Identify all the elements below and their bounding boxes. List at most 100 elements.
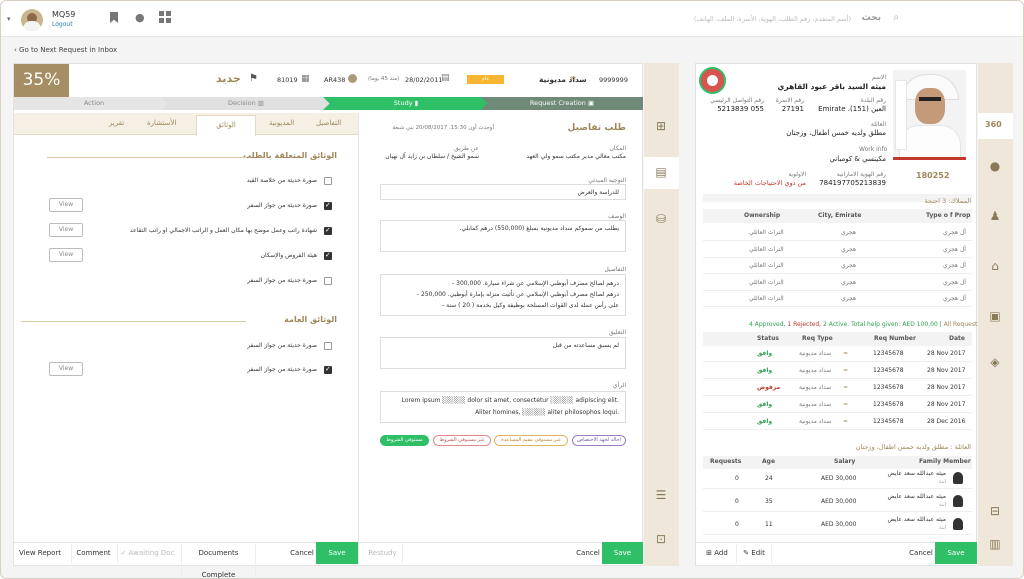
save-button[interactable]: Save: [316, 542, 358, 564]
not-eligible-help-pill[interactable]: غير مستوفي مقيم المساعدة: [494, 435, 568, 446]
tab-documents[interactable]: الوثائق: [196, 115, 256, 136]
awaiting-doc-button[interactable]: ✓ Awaiting Doc: [117, 542, 177, 564]
req-type-cell: سداد مديونية: [799, 367, 832, 374]
salary-cell: AED 30,000: [821, 521, 857, 528]
notebook-icon[interactable]: ▥: [988, 537, 1002, 551]
eligible-pill[interactable]: مستوفي الشروط: [380, 435, 429, 446]
person-icon[interactable]: ●: [988, 159, 1002, 173]
restudy-button[interactable]: Restudy: [363, 542, 403, 564]
doc-checkbox[interactable]: [324, 251, 332, 260]
save-button[interactable]: Save: [602, 542, 643, 564]
table-row[interactable]: 0 11 AED 30,000 ميثه عبدالله سعد عايض اب…: [703, 513, 972, 535]
table-row[interactable]: التراث العائلي هجري أل هجري: [703, 258, 972, 274]
search-input[interactable]: بحث (أسم المتقدم، رقم الطلب، الهوية، الأ…: [661, 9, 911, 29]
doc-checkbox[interactable]: [324, 365, 332, 374]
inbox-icon[interactable]: ⊡: [654, 532, 668, 546]
doc-checkbox[interactable]: [324, 342, 332, 350]
next-request-link[interactable]: ‹ Go to Next Request in Inbox: [14, 46, 117, 54]
table-row[interactable]: التراث العائلي هجري أل هجري: [703, 242, 972, 258]
table-row[interactable]: مرفوض ≈ سداد مديونية 12345678 28 Nov 201…: [703, 380, 972, 396]
tab-debt[interactable]: المديونية: [269, 119, 294, 127]
edit-button[interactable]: ✎ Edit: [736, 542, 772, 564]
next-request-label: Go to Next Request in Inbox: [19, 46, 118, 54]
home-icon[interactable]: ⌂: [988, 259, 1002, 273]
bookmark-icon[interactable]: [110, 12, 118, 23]
doc-checkbox[interactable]: [324, 277, 332, 285]
tab-details[interactable]: التفاصيل: [316, 119, 341, 127]
view-button[interactable]: View: [49, 248, 83, 262]
opinion-field[interactable]: Lorem ipsum ░░░░░ dolor sit amet, consec…: [380, 391, 626, 423]
family-number-value: 27191: [781, 105, 804, 113]
avatar[interactable]: [21, 9, 43, 31]
notification-bell-icon[interactable]: ●: [135, 11, 145, 24]
document-add-icon[interactable]: ⊟: [988, 504, 1002, 518]
eid-label: رقم الهوية الاماراتية: [836, 171, 886, 178]
prop-type-cell: أل هجري: [943, 295, 966, 302]
member-relation-cell: ابنة: [939, 525, 946, 531]
table-row[interactable]: 0 35 AED 30,000 ميثه عبدالله سعد عايض اب…: [703, 490, 972, 512]
table-row[interactable]: التراث العائلي هجري أل هجري: [703, 275, 972, 291]
table-row[interactable]: وافق ≈ سداد مديونية 12345678 28 Nov 2017: [703, 363, 972, 379]
table-row[interactable]: وافق ≈ سداد مديونية 12345678 28 Nov 2017: [703, 397, 972, 413]
doc-checkbox[interactable]: [324, 201, 332, 210]
direction-label: التوجيه المبدئي: [588, 177, 626, 184]
created-info: أوجدت أون 15:30, 20/08/2017 بني شبعة: [392, 125, 494, 131]
description-field[interactable]: يطلب من سموكم سداد مديونية بمبلغ (550,00…: [380, 220, 626, 252]
view-button[interactable]: View: [49, 223, 83, 237]
phone-value: 055 5213839: [717, 105, 764, 113]
comment-field[interactable]: لم يسبق مساعدته من قبل: [380, 337, 626, 369]
cancel-button[interactable]: Cancel: [575, 542, 601, 564]
table-row[interactable]: وافق ≈ سداد مديونية 12345678 28 Nov 2017: [703, 346, 972, 362]
phone-label: رقم التواصل الرئيسي: [710, 97, 764, 104]
cancel-button[interactable]: Cancel: [289, 542, 315, 564]
stage-creation[interactable]: Request Creation ▣: [481, 97, 643, 110]
stage-action[interactable]: Action: [14, 97, 174, 110]
opinion-line: Lorem ipsum ░░░░░ dolor sit amet, consec…: [401, 397, 619, 404]
save-button[interactable]: Save: [935, 542, 977, 564]
calendar-icon: ▤: [441, 73, 450, 83]
status-cell: وافق: [757, 367, 773, 374]
document-icon[interactable]: ▤: [654, 165, 668, 179]
coins-icon[interactable]: ⛁: [654, 212, 668, 226]
view-button[interactable]: View: [49, 362, 83, 376]
refer-pill[interactable]: احالة لجهة الاختصاص: [572, 435, 626, 446]
col-req-type: Req Type: [802, 335, 833, 342]
direction-field[interactable]: للدراسة والعرض: [380, 184, 626, 200]
logout-link[interactable]: Logout: [52, 21, 73, 28]
all-request-link[interactable]: All Request: [944, 321, 978, 328]
col-requests: Requests: [710, 458, 742, 465]
list-icon[interactable]: ☰: [654, 488, 668, 502]
doc-checkbox[interactable]: [324, 177, 332, 185]
doc-checkbox[interactable]: [324, 226, 332, 235]
stage-study-label: Study: [393, 99, 413, 107]
table-row[interactable]: 0 24 AED 30,000 ميثه عبدالله سعد عايض اب…: [703, 467, 972, 489]
table-row[interactable]: وافق ≈ سداد مديونية 12345678 28 Dec 2016: [703, 414, 972, 430]
user-menu-chevron-icon[interactable]: ▾: [7, 15, 11, 23]
family-icon[interactable]: ♟: [988, 209, 1002, 223]
id-card-icon[interactable]: ▣: [988, 309, 1002, 323]
view-report-button[interactable]: View Report: [17, 542, 63, 564]
status-cell: وافق: [757, 418, 773, 425]
request-date: 28/02/2011: [405, 76, 443, 84]
add-button[interactable]: ⊞ Add: [701, 542, 733, 564]
stage-decision[interactable]: Decision ▥: [161, 97, 331, 110]
prop-type-cell: أل هجري: [943, 278, 966, 286]
table-row[interactable]: التراث العائلي هجري أل هجري: [703, 225, 972, 241]
details-field[interactable]: درهم لصالح مصرف أبوظبي الإسلامي عن شراء …: [380, 274, 626, 316]
view-button[interactable]: View: [49, 198, 83, 212]
profile-status-icon[interactable]: [699, 67, 726, 94]
add-document-icon[interactable]: ⊞: [654, 119, 668, 133]
cancel-button[interactable]: Cancel: [907, 542, 935, 564]
table-row[interactable]: التراث العائلي هجري أل هجري: [703, 291, 972, 307]
apps-grid-icon[interactable]: [159, 11, 171, 23]
not-eligible-pill[interactable]: غير مستوفي الشروط: [433, 435, 491, 446]
tab-consultation[interactable]: الأستشارة: [147, 119, 176, 127]
comment-button[interactable]: Comment: [71, 542, 115, 564]
section-divider: [47, 157, 247, 158]
box-icon[interactable]: ◈: [988, 355, 1002, 369]
profile-360-icon[interactable]: 360: [985, 120, 1002, 129]
doc-label: صورة حديثة من جواز السفر: [247, 366, 317, 373]
tab-report[interactable]: تقرير: [109, 119, 124, 127]
documents-complete-button[interactable]: Documents Complete: [181, 542, 256, 578]
stage-study[interactable]: Study ▮: [323, 97, 489, 110]
